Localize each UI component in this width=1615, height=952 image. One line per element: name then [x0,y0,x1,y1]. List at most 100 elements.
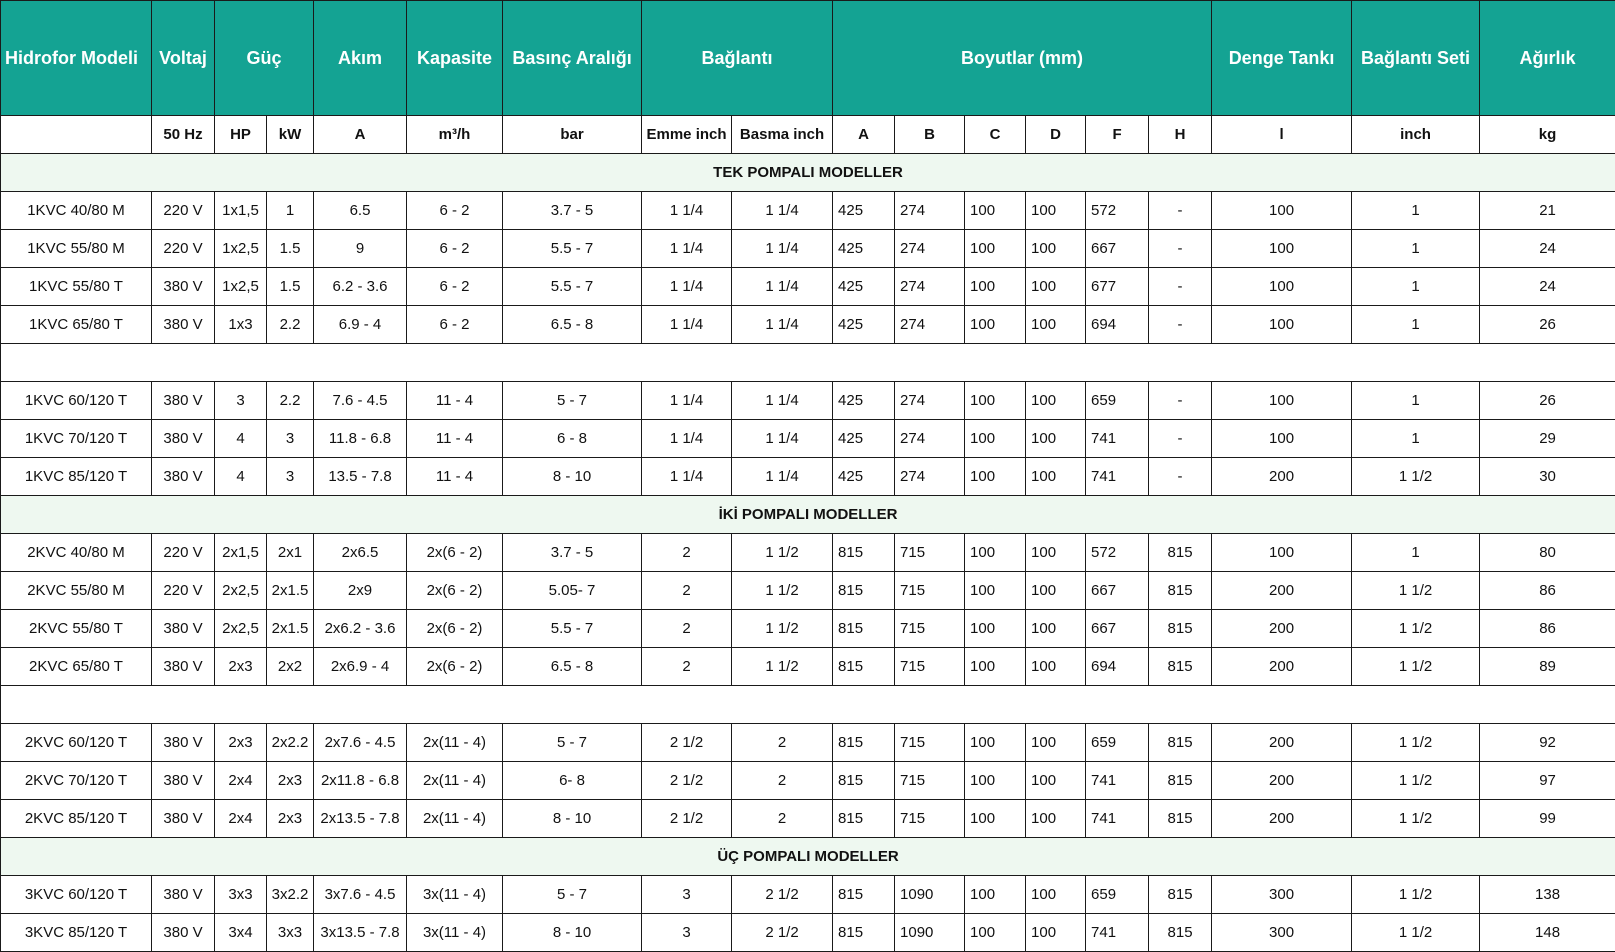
cell-dim-a: 425 [833,382,895,420]
cell-hp: 1x2,5 [215,230,267,268]
unit-weight: kg [1480,116,1615,154]
cell-dim-d: 100 [1026,572,1086,610]
cell-dim-f: 677 [1086,268,1149,306]
cell-discharge: 1 1/2 [732,610,833,648]
cell-connection-set: 1 1/2 [1352,610,1480,648]
cell-dim-d: 100 [1026,306,1086,344]
cell-dim-h: - [1149,458,1212,496]
cell-kw: 1 [267,192,314,230]
cell-discharge: 1 1/4 [732,268,833,306]
cell-connection-set: 1 1/2 [1352,648,1480,686]
unit-current: A [314,116,407,154]
cell-dim-d: 100 [1026,724,1086,762]
cell-weight: 99 [1480,800,1615,838]
cell-connection-set: 1 1/2 [1352,724,1480,762]
cell-dim-d: 100 [1026,876,1086,914]
cell-dim-f: 741 [1086,762,1149,800]
cell-pressure: 3.7 - 5 [503,534,642,572]
spacer-cell [1,686,1615,724]
cell-voltage: 380 V [152,800,215,838]
cell-capacity: 2x(6 - 2) [407,534,503,572]
cell-capacity: 2x(6 - 2) [407,610,503,648]
table-row: 2KVC 70/120 T380 V2x42x32x11.8 - 6.82x(1… [1,762,1615,800]
cell-capacity: 3x(11 - 4) [407,876,503,914]
cell-hp: 3 [215,382,267,420]
unit-dim-h: H [1149,116,1212,154]
table-row: 1KVC 70/120 T380 V4311.8 - 6.811 - 46 - … [1,420,1615,458]
cell-dim-b: 715 [895,610,965,648]
cell-dim-b: 715 [895,800,965,838]
cell-dim-d: 100 [1026,914,1086,952]
cell-voltage: 380 V [152,610,215,648]
unit-dim-f: F [1086,116,1149,154]
cell-tank: 200 [1212,762,1352,800]
cell-current: 2x7.6 - 4.5 [314,724,407,762]
cell-dim-b: 274 [895,458,965,496]
cell-tank: 200 [1212,572,1352,610]
unit-connection-set: inch [1352,116,1480,154]
cell-current: 6.5 [314,192,407,230]
cell-dim-h: 815 [1149,610,1212,648]
cell-weight: 97 [1480,762,1615,800]
col-header-pressure: Basınç Aralığı [503,1,642,116]
unit-dim-b: B [895,116,965,154]
cell-dim-c: 100 [965,572,1026,610]
cell-suction: 1 1/4 [642,382,732,420]
cell-connection-set: 1 1/2 [1352,572,1480,610]
cell-kw: 1.5 [267,268,314,306]
table-row: 1KVC 85/120 T380 V4313.5 - 7.811 - 48 - … [1,458,1615,496]
cell-dim-h: - [1149,268,1212,306]
cell-dim-a: 425 [833,230,895,268]
cell-dim-d: 100 [1026,268,1086,306]
cell-tank: 100 [1212,420,1352,458]
cell-current: 2x6.9 - 4 [314,648,407,686]
table-row: 2KVC 60/120 T380 V2x32x2.22x7.6 - 4.52x(… [1,724,1615,762]
cell-kw: 2x1.5 [267,610,314,648]
cell-current: 2x6.2 - 3.6 [314,610,407,648]
cell-kw: 2x1.5 [267,572,314,610]
cell-kw: 2x3 [267,762,314,800]
cell-capacity: 11 - 4 [407,420,503,458]
cell-dim-a: 815 [833,648,895,686]
cell-dim-h: 815 [1149,914,1212,952]
cell-current: 2x11.8 - 6.8 [314,762,407,800]
cell-dim-b: 715 [895,572,965,610]
cell-dim-c: 100 [965,382,1026,420]
cell-dim-f: 741 [1086,800,1149,838]
cell-weight: 86 [1480,610,1615,648]
cell-dim-b: 715 [895,724,965,762]
cell-capacity: 2x(11 - 4) [407,762,503,800]
cell-dim-f: 572 [1086,192,1149,230]
cell-dim-c: 100 [965,458,1026,496]
cell-model: 3KVC 85/120 T [1,914,152,952]
cell-current: 2x9 [314,572,407,610]
table-row: 2KVC 40/80 M220 V2x1,52x12x6.52x(6 - 2)3… [1,534,1615,572]
cell-kw: 2x1 [267,534,314,572]
cell-dim-a: 815 [833,572,895,610]
cell-kw: 2.2 [267,382,314,420]
cell-pressure: 6.5 - 8 [503,648,642,686]
cell-dim-b: 715 [895,648,965,686]
cell-dim-b: 715 [895,534,965,572]
cell-weight: 80 [1480,534,1615,572]
cell-dim-d: 100 [1026,230,1086,268]
cell-voltage: 380 V [152,914,215,952]
unit-dim-c: C [965,116,1026,154]
cell-voltage: 380 V [152,382,215,420]
cell-discharge: 1 1/4 [732,192,833,230]
cell-connection-set: 1 1/2 [1352,914,1480,952]
cell-suction: 1 1/4 [642,420,732,458]
cell-model: 2KVC 55/80 T [1,610,152,648]
table-row: 1KVC 65/80 T380 V1x32.26.9 - 46 - 26.5 -… [1,306,1615,344]
unit-kw: kW [267,116,314,154]
cell-dim-c: 100 [965,230,1026,268]
cell-current: 13.5 - 7.8 [314,458,407,496]
unit-model [1,116,152,154]
cell-model: 2KVC 65/80 T [1,648,152,686]
cell-pressure: 5.5 - 7 [503,230,642,268]
cell-dim-h: - [1149,382,1212,420]
section-row: TEK POMPALI MODELLER [1,154,1615,192]
cell-dim-a: 815 [833,724,895,762]
cell-model: 1KVC 60/120 T [1,382,152,420]
cell-voltage: 380 V [152,458,215,496]
